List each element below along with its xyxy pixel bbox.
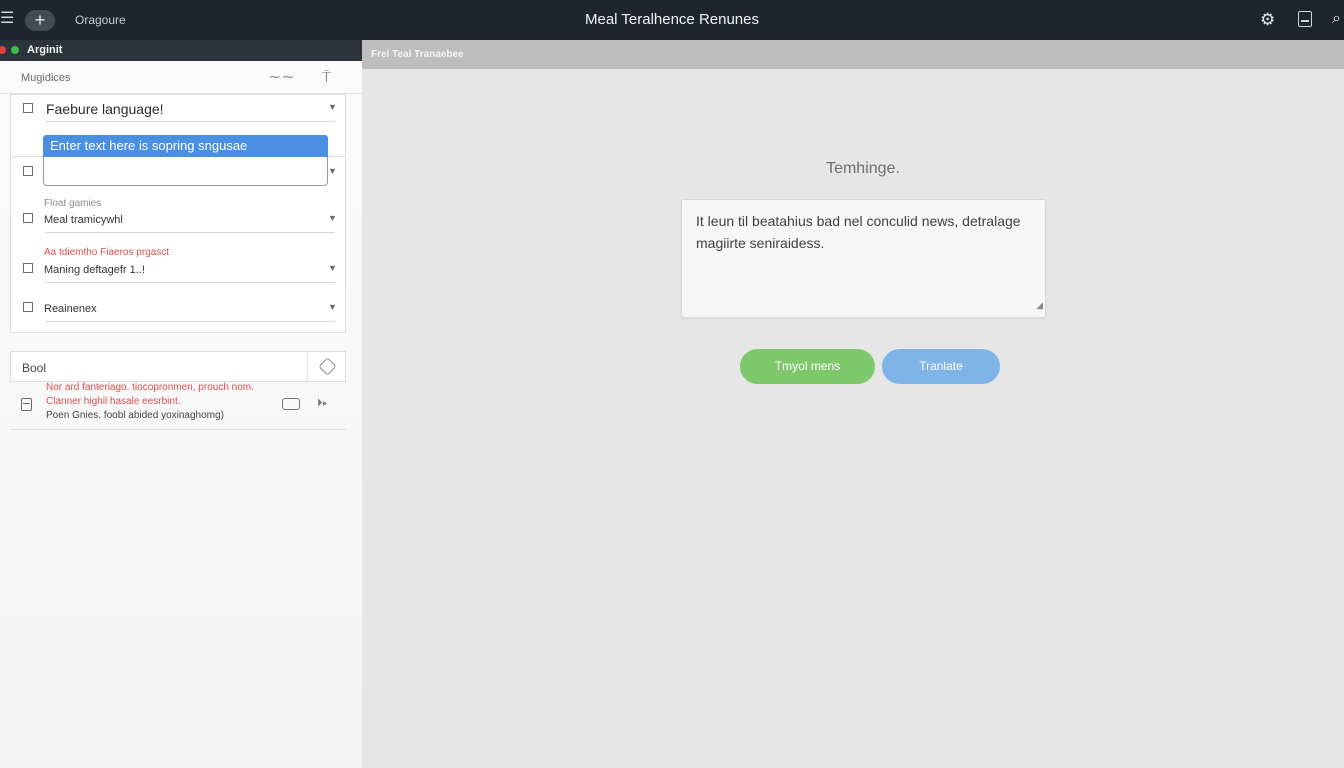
sidebar-subhead: Mugidices ∼∼ ⍑ <box>0 61 362 94</box>
option-row-1-checkbox[interactable] <box>23 213 33 223</box>
source-language-row[interactable]: Faebure language! ▼ <box>11 97 347 121</box>
subhead-label: Mugidices <box>21 72 71 84</box>
source-language-checkbox[interactable] <box>23 103 33 113</box>
log-line-3: Poen Gnies. foobl abided yoxinaghomg) <box>46 410 224 421</box>
play-icon[interactable]: ⏵▸ <box>317 397 327 410</box>
option-row-2-label: Maning deftagefr 1..! <box>44 264 145 276</box>
option-row-2[interactable]: Maning deftagefr 1..! ▼ <box>11 260 347 284</box>
option-row-1-label: Meal tramicywhl <box>44 214 123 226</box>
gear-icon[interactable]: ⚙ <box>1260 10 1275 30</box>
output-text-area[interactable]: It leun til beatahius bad nel conculid n… <box>681 199 1046 318</box>
close-dot-icon[interactable] <box>0 46 6 54</box>
main-strip-label: Frel Teal Tranaebee <box>371 49 464 60</box>
search-icon[interactable]: ⌕ <box>1332 10 1341 28</box>
options-first-checkbox[interactable] <box>23 166 33 176</box>
chevron-down-icon[interactable]: ▼ <box>328 263 337 273</box>
main-heading: Temhinge. <box>826 160 900 177</box>
wave-icon[interactable]: ∼∼ <box>268 67 295 87</box>
top-bar: ☰ + Oragoure Meal Teralhence Renunes ⚙ ⌕ <box>0 0 1344 40</box>
log-entry: Nor ard fanteriago. tiocopronmen, prouch… <box>10 382 346 430</box>
source-language-label: Faebure language! <box>46 101 164 117</box>
chevron-down-icon[interactable]: ▼ <box>328 302 337 312</box>
divider <box>45 282 335 283</box>
bool-label: Bool <box>22 361 47 375</box>
group-label: Float gamies <box>44 198 102 209</box>
option-row-2-checkbox[interactable] <box>23 263 33 273</box>
primary-action-button[interactable]: Tmyol mens <box>740 349 875 384</box>
option-row-2-caption: Aa tdiemtho Fiaeros prgasct <box>44 247 170 258</box>
source-text-input[interactable] <box>43 157 328 186</box>
sidebar-header-label: Arginit <box>27 44 63 56</box>
sidebar-header: Arginit <box>0 40 362 61</box>
translate-button[interactable]: Tranlate <box>882 349 1000 384</box>
clipboard-icon <box>21 398 32 411</box>
tag-icon[interactable] <box>282 398 300 410</box>
chevron-down-icon[interactable]: ▼ <box>328 213 337 223</box>
option-row-3-label: Reainenex <box>44 303 97 315</box>
log-line-1: Nor ard fanteriago. tiocopronmen, prouch… <box>46 382 254 393</box>
diamond-icon[interactable] <box>318 357 337 376</box>
divider <box>307 352 308 381</box>
divider <box>45 232 335 233</box>
option-row-3[interactable]: Reainenex ▼ <box>11 299 347 323</box>
status-dot-icon <box>11 46 19 54</box>
window-title: Meal Teralhence Renunes <box>584 11 759 28</box>
option-row-3-checkbox[interactable] <box>23 302 33 312</box>
chevron-down-icon[interactable]: ▼ <box>328 166 337 176</box>
divider <box>45 321 335 322</box>
bool-field[interactable]: Bool <box>10 351 346 382</box>
main-header-strip: Frel Teal Tranaebee <box>362 40 1344 69</box>
pin-icon[interactable]: ⍑ <box>322 69 331 86</box>
document-icon[interactable] <box>1298 11 1312 27</box>
input-hint-tooltip: Enter text here is sopring sngusae <box>43 135 328 157</box>
divider <box>45 121 335 122</box>
chevron-down-icon[interactable]: ▼ <box>328 102 337 112</box>
resize-grip-icon[interactable]: ◢ <box>1036 294 1043 316</box>
log-line-2: Clanner highil hasale eesrbint. <box>46 396 181 407</box>
output-text: It leun til beatahius bad nel conculid n… <box>696 213 1021 251</box>
